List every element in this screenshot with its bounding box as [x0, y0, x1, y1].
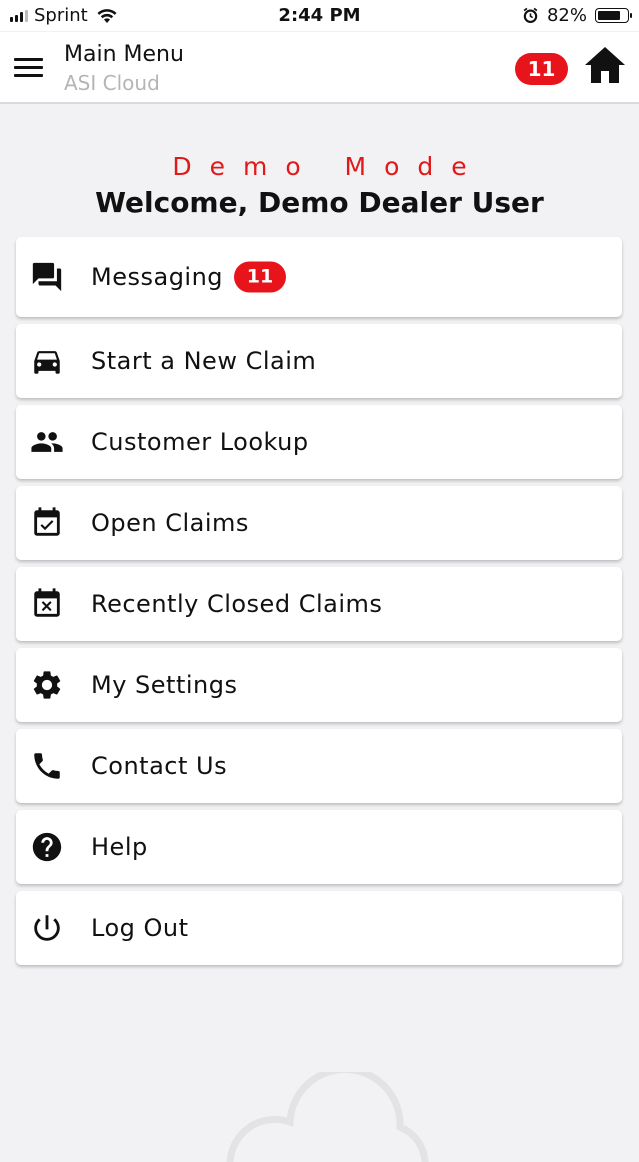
- menu-item-label: Log Out: [91, 914, 189, 942]
- power-icon: [34, 915, 60, 941]
- menu-item-label: Start a New Claim: [91, 347, 317, 375]
- menu-item-open-claims[interactable]: Open Claims: [16, 486, 622, 560]
- page-title: Main Menu: [64, 42, 184, 67]
- welcome-heading: Welcome, Demo Dealer User: [95, 186, 544, 219]
- hamburger-menu-button[interactable]: [14, 58, 43, 78]
- calendar-check-icon: [34, 507, 60, 536]
- battery-percent: 82%: [546, 5, 587, 26]
- menu-item-label: Customer Lookup: [91, 428, 309, 456]
- menu-item-recently-closed-claims[interactable]: Recently Closed Claims: [16, 567, 622, 641]
- cloud-watermark-icon: [226, 1072, 429, 1162]
- menu-item-label: Messaging: [91, 263, 224, 291]
- menu-item-label: Open Claims: [91, 509, 249, 537]
- car-icon: [34, 351, 60, 374]
- menu-item-customer-lookup[interactable]: Customer Lookup: [16, 405, 622, 479]
- calendar-x-icon: [34, 588, 60, 617]
- home-icon[interactable]: [583, 45, 627, 85]
- menu-item-messaging[interactable]: Messaging 11: [16, 237, 622, 317]
- status-right: 82%: [522, 5, 632, 26]
- main-menu-list: Messaging 11 Start a New Claim Customer …: [16, 237, 622, 965]
- status-bar: Sprint 2:44 PM 82%: [0, 0, 639, 31]
- menu-item-log-out[interactable]: Log Out: [16, 891, 622, 965]
- menu-item-label: Contact Us: [91, 752, 228, 780]
- page-subtitle: ASI Cloud: [64, 71, 160, 95]
- menu-item-help[interactable]: Help: [16, 810, 622, 884]
- notification-badge[interactable]: 11: [515, 53, 568, 85]
- alarm-icon: [523, 7, 538, 23]
- phone-icon: [34, 753, 60, 779]
- app-header: Main Menu ASI Cloud 11: [0, 32, 639, 104]
- battery-icon: [595, 8, 632, 23]
- menu-item-contact-us[interactable]: Contact Us: [16, 729, 622, 803]
- menu-item-my-settings[interactable]: My Settings: [16, 648, 622, 722]
- forum-icon: [32, 262, 62, 292]
- messaging-badge: 11: [234, 261, 286, 293]
- menu-item-label: Help: [91, 833, 148, 861]
- menu-item-label: Recently Closed Claims: [91, 590, 383, 618]
- gear-icon: [33, 671, 61, 699]
- people-icon: [31, 432, 63, 452]
- menu-item-label: My Settings: [91, 671, 238, 699]
- menu-item-start-new-claim[interactable]: Start a New Claim: [16, 324, 622, 398]
- help-icon: [32, 832, 62, 862]
- demo-mode-label: Demo Mode: [172, 152, 485, 181]
